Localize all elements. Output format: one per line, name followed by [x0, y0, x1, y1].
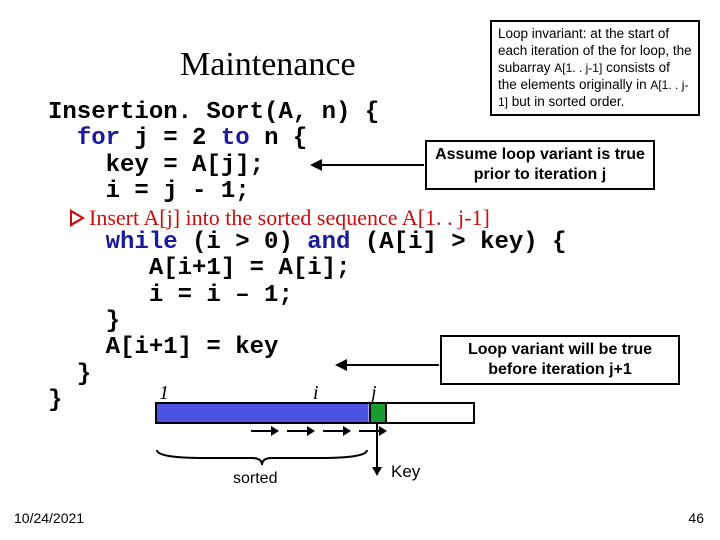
triangle-icon	[70, 209, 85, 227]
shift-arrow-icon	[323, 430, 345, 432]
code-l1: Insertion. Sort(A, n) {	[48, 100, 567, 126]
true-line1: Loop variant will be true	[448, 340, 672, 360]
assume-line1: Assume loop variant is true	[433, 145, 647, 165]
true-box: Loop variant will be true before iterati…	[440, 335, 680, 385]
code-l7: i = i – 1;	[48, 283, 567, 309]
code-l8: }	[48, 309, 567, 335]
arrow-to-true	[345, 364, 439, 366]
current-cell	[369, 404, 387, 422]
slide-number: 46	[688, 510, 704, 526]
shift-arrow-icon	[251, 430, 273, 432]
slide-title: Maintenance	[180, 46, 356, 84]
invariant-small-1: A[1. . j-1]	[554, 61, 602, 75]
key-label: Key	[391, 462, 420, 482]
assume-box: Assume loop variant is true prior to ite…	[425, 140, 655, 190]
footer-date: 10/24/2021	[14, 510, 84, 526]
arrow-to-assume	[320, 164, 424, 166]
shift-arrow-icon	[287, 430, 309, 432]
array-bar	[155, 402, 475, 424]
brace-icon	[155, 448, 369, 466]
assume-line2: prior to iteration j	[433, 165, 647, 185]
array-diagram: 1 i j sorted Key	[155, 402, 475, 424]
code-l6: A[i+1] = A[i];	[48, 256, 567, 282]
code-l5: while (i > 0) and (A[i] > key) {	[48, 230, 567, 256]
true-line2: before iteration j+1	[448, 360, 672, 380]
sorted-label: sorted	[233, 470, 277, 488]
key-arrow-icon	[376, 424, 378, 468]
code-comment: Insert A[j] into the sorted sequence A[1…	[48, 206, 567, 230]
